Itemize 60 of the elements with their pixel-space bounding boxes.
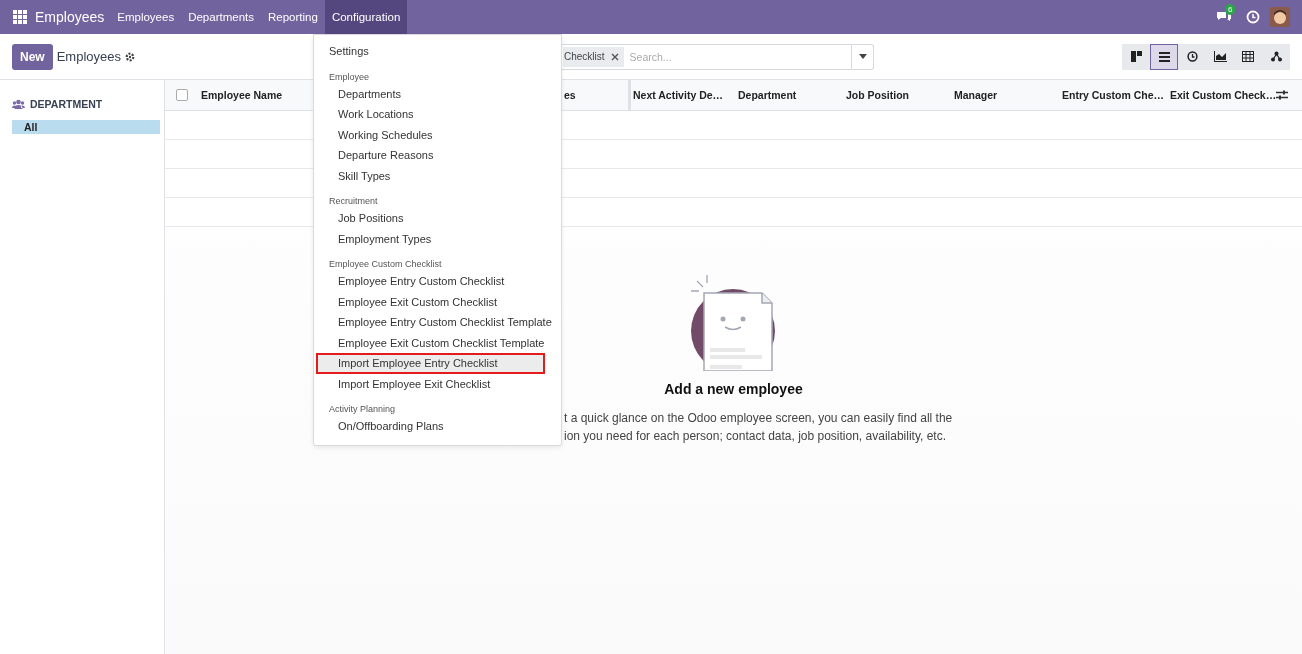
nav-menu-item[interactable]: Departments bbox=[181, 0, 261, 34]
list-view-button[interactable] bbox=[1150, 43, 1178, 70]
avatar-icon[interactable] bbox=[1270, 7, 1290, 27]
activity-view-button[interactable] bbox=[1178, 43, 1206, 70]
select-all-checkbox[interactable] bbox=[176, 89, 188, 101]
empty-state-text: t a quick glance on the Odoo employee screen, you can easily find all the ion you need for each person; contact data, job position, availability, etc. bbox=[564, 410, 953, 445]
menu-section-heading: Employee bbox=[328, 70, 371, 84]
column-header[interactable]: Entry Custom Che… bbox=[1060, 89, 1168, 101]
caret-icon bbox=[858, 54, 867, 59]
search-facet[interactable]: Checklist bbox=[563, 46, 624, 67]
dropdown-menu-item[interactable]: Employee Entry Custom Checklist Template bbox=[314, 312, 561, 333]
kanban-view-button[interactable] bbox=[1122, 43, 1150, 70]
app-name[interactable]: Employees bbox=[35, 9, 105, 25]
apps-grid-icon[interactable] bbox=[13, 10, 27, 24]
clock-icon[interactable] bbox=[1246, 10, 1260, 24]
dropdown-menu-item[interactable]: Employee Exit Custom Checklist Template bbox=[314, 332, 561, 353]
notification-badge: 6 bbox=[1225, 3, 1236, 15]
dropdown-menu-item[interactable]: Settings bbox=[314, 41, 561, 62]
new-button[interactable]: New bbox=[12, 43, 53, 70]
page-title: Employees bbox=[56, 49, 121, 64]
sidebar-item[interactable]: All bbox=[12, 120, 160, 134]
column-header[interactable]: es bbox=[562, 89, 628, 101]
dropdown-menu-item[interactable]: Skill Types bbox=[314, 165, 561, 186]
people-icon bbox=[12, 99, 25, 109]
dropdown-menu-item[interactable]: Import Employee Exit Checklist bbox=[314, 373, 561, 394]
sliders-icon[interactable] bbox=[1276, 90, 1288, 100]
dropdown-menu-item[interactable]: Departure Reasons bbox=[314, 145, 561, 166]
area-chart-icon bbox=[1213, 51, 1227, 62]
dropdown-menu-item[interactable]: Departments bbox=[314, 83, 561, 104]
nav-menu-item[interactable]: Employees bbox=[110, 0, 182, 34]
sidebar-heading: DEPARTMENT bbox=[30, 98, 103, 110]
chat-icon[interactable] bbox=[1216, 10, 1232, 24]
dropdown-menu-item[interactable]: Employee Exit Custom Checklist bbox=[314, 291, 561, 312]
column-header[interactable]: Manager bbox=[952, 89, 1060, 101]
dropdown-menu-item[interactable]: Employee Entry Custom Checklist bbox=[314, 271, 561, 292]
dropdown-menu-item[interactable]: Import Employee Entry Checklist bbox=[316, 353, 545, 374]
nav-menu-item[interactable]: Reporting bbox=[261, 0, 325, 34]
clock-icon bbox=[1186, 51, 1198, 62]
dropdown-menu-item[interactable]: Working Schedules bbox=[314, 124, 561, 145]
menu-section-heading: Recruitment bbox=[328, 195, 379, 208]
column-header[interactable]: Exit Custom Check… bbox=[1168, 89, 1276, 101]
close-icon[interactable] bbox=[610, 52, 619, 61]
column-header[interactable]: Employee Name bbox=[199, 89, 299, 101]
menu-section-heading: Activity Planning bbox=[328, 403, 397, 416]
search-options-button[interactable] bbox=[852, 43, 874, 70]
dropdown-menu-item[interactable]: On/Offboarding Plans bbox=[314, 416, 561, 437]
dropdown-menu-item[interactable]: Employment Types bbox=[314, 228, 561, 249]
nav-menu-item[interactable]: Configuration bbox=[324, 0, 408, 34]
menu-section-heading: Employee Custom Checklist bbox=[328, 258, 443, 271]
column-header[interactable]: Department bbox=[736, 89, 844, 101]
dropdown-menu-item[interactable]: Job Positions bbox=[314, 208, 561, 229]
hierarchy-view-button[interactable] bbox=[1262, 43, 1290, 70]
table-icon bbox=[1242, 51, 1254, 62]
column-header[interactable]: Job Position bbox=[844, 89, 952, 101]
kanban-icon bbox=[1130, 51, 1142, 62]
dropdown-menu-item[interactable]: Work Locations bbox=[314, 104, 561, 125]
settings-icon[interactable] bbox=[125, 51, 135, 62]
empty-state-title: Add a new employee bbox=[664, 381, 803, 397]
hierarchy-icon bbox=[1270, 51, 1282, 62]
list-icon bbox=[1158, 51, 1170, 62]
